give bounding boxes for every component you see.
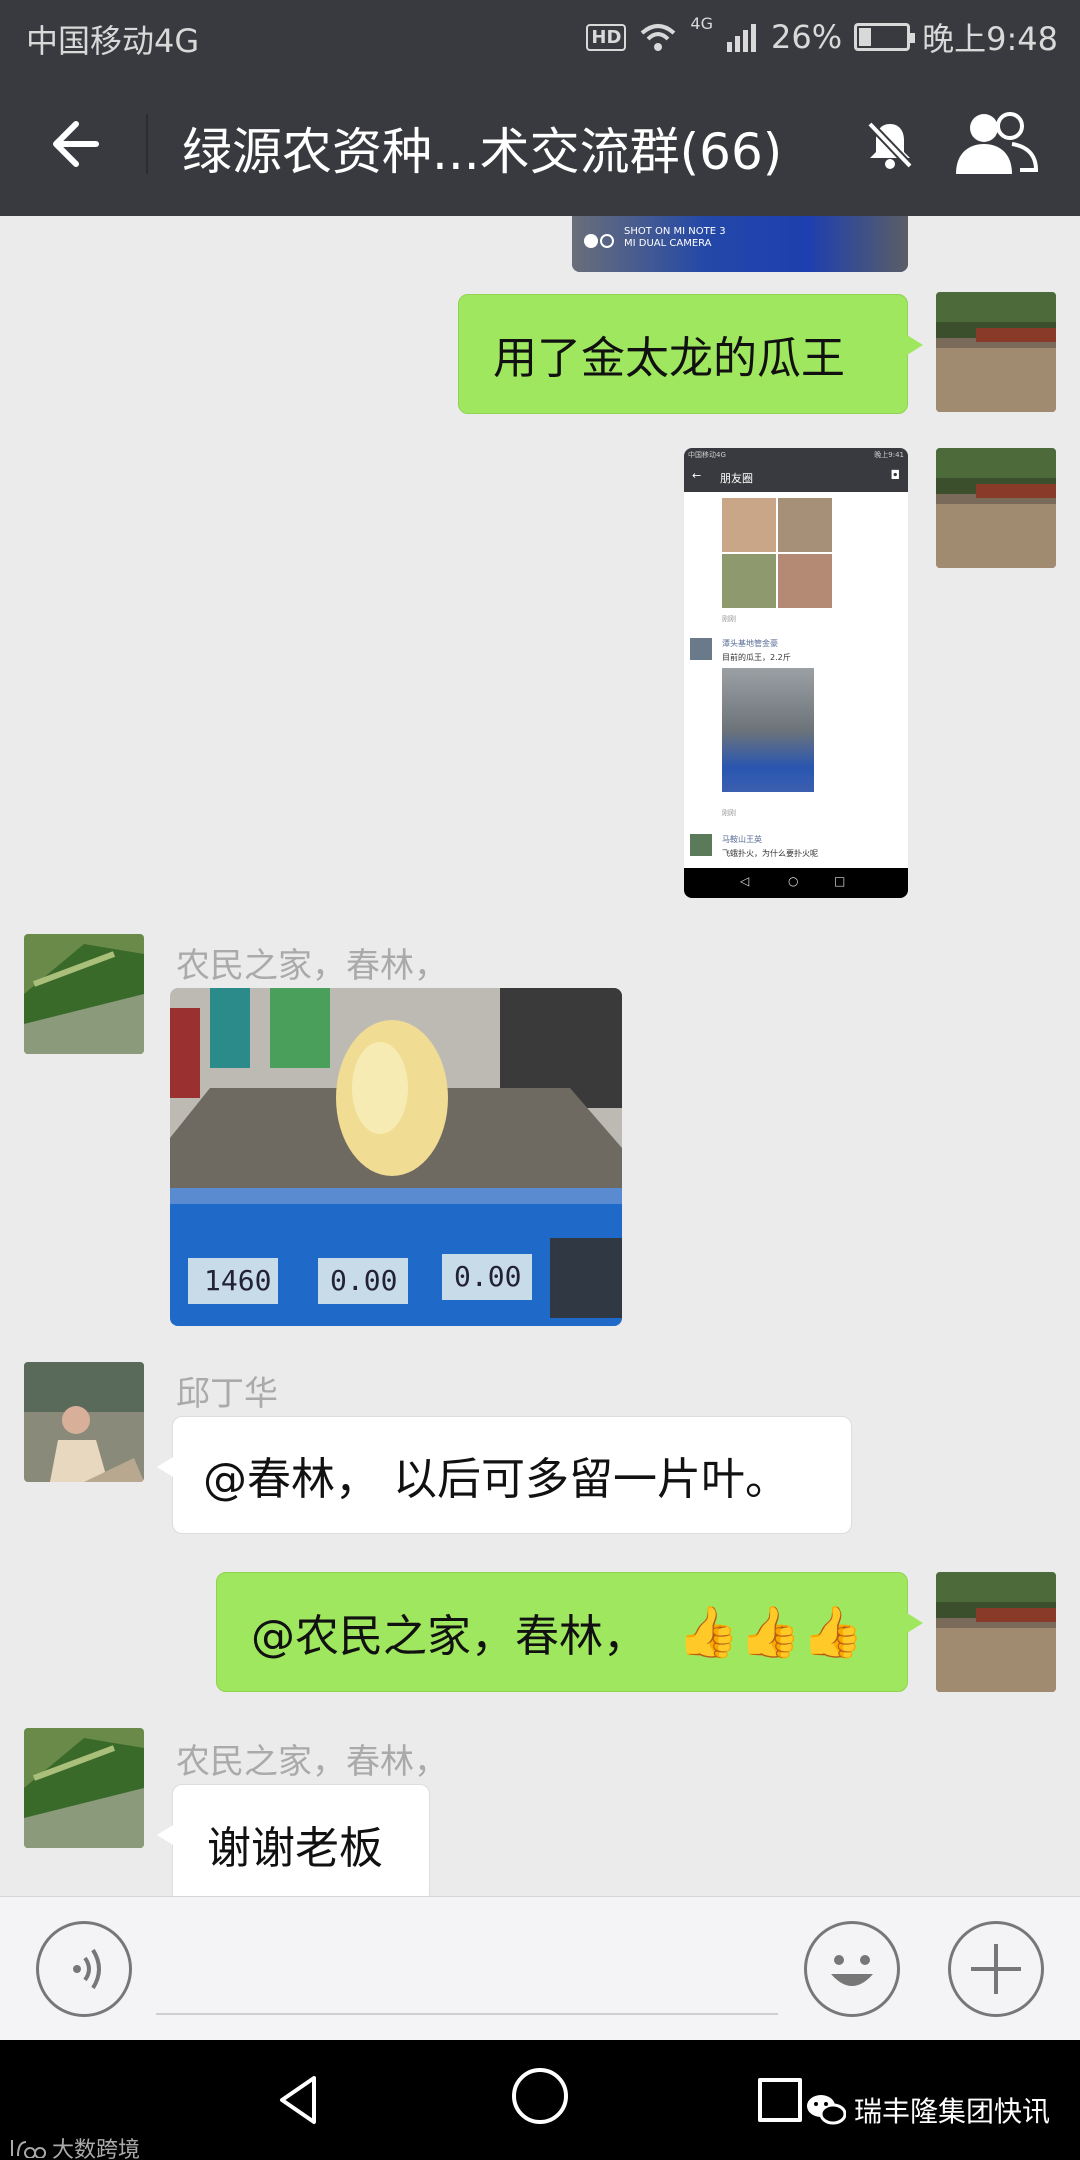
screenshot-image[interactable]: 中国移动4G 晚上9:41 ← 朋友圈 ◘ 刚刚 潭头基地管金豪 目前的瓜王，2… [684, 448, 908, 898]
avatar[interactable] [936, 448, 1056, 568]
status-bar: 中国移动4G HD 4G 26% 晚上9:48 [0, 0, 1080, 72]
sender-name: 农民之家，春林， [176, 946, 448, 986]
chat-header: 绿源农资种...术交流群(66) [0, 72, 1080, 216]
brand-logo-icon [11, 2140, 46, 2158]
message-input[interactable] [156, 2013, 778, 2015]
watermark-text: 瑞丰隆集团快讯 [854, 2095, 1051, 2128]
battery-icon [854, 23, 916, 51]
avatar[interactable] [24, 1362, 144, 1482]
thumbs-up-icon: 👍 [677, 1602, 740, 1661]
voice-icon [73, 1948, 101, 1990]
message-bubble[interactable]: 谢谢老板 [157, 1784, 430, 1896]
smiley-icon [831, 1955, 873, 1986]
signal-icon [727, 24, 756, 52]
inner-nav-bar: ◁ ○ □ [684, 868, 908, 898]
system-nav-bar: 瑞丰隆集团快讯 大数跨境 [0, 2040, 1080, 2160]
network-type: 4G [690, 14, 713, 33]
back-arrow-icon[interactable] [42, 112, 106, 176]
group-members-icon[interactable] [950, 108, 1040, 180]
inner-photo-grid [722, 498, 832, 608]
thumbs-up-icon: 👍 [739, 1602, 802, 1661]
message-text: @农民之家，春林， [251, 1611, 647, 1662]
watermark-small-text: 大数跨境 [52, 2138, 141, 2160]
scale-total-readout: 0.00 [454, 1260, 522, 1293]
header-divider [146, 114, 148, 174]
input-bar [0, 1896, 1080, 2040]
more-button[interactable] [948, 1921, 1044, 2017]
avatar[interactable] [24, 1728, 144, 1848]
battery-percent: 26% [771, 18, 843, 56]
wifi-icon [641, 24, 676, 51]
message-list[interactable]: SHOT ON MI NOTE 3 MI DUAL CAMERA 用了金太龙的瓜… [0, 216, 1080, 1896]
inner-status-bar: 中国移动4G 晚上9:41 [684, 448, 908, 462]
watermark-small: 大数跨境 [10, 2132, 140, 2160]
group-title: 绿源农资种...术交流群(66) [182, 123, 783, 181]
nav-back-icon[interactable] [270, 2070, 330, 2130]
voice-input-button[interactable] [36, 1921, 132, 2017]
inner-title-bar: ← 朋友圈 ◘ [684, 462, 908, 492]
image-message[interactable]: SHOT ON MI NOTE 3 MI DUAL CAMERA [572, 216, 908, 272]
message-bubble[interactable]: @农民之家，春林， 👍 👍 👍 [216, 1572, 923, 1692]
avatar[interactable] [936, 292, 1056, 412]
carrier-label: 中国移动4G [26, 22, 200, 60]
message-bubble[interactable]: @春林， 以后可多留一片叶。 [157, 1416, 852, 1534]
plus-icon [971, 1944, 1021, 1994]
avatar[interactable] [936, 1572, 1056, 1692]
scale-price-readout: 0.00 [330, 1264, 398, 1297]
message-bubble[interactable]: 用了金太龙的瓜王 [458, 294, 923, 414]
hd-badge: HD [586, 23, 627, 51]
camera-caption: SHOT ON MI NOTE 3 MI DUAL CAMERA [624, 226, 726, 249]
thumbs-up-icon: 👍 [801, 1602, 864, 1661]
nav-recents-icon[interactable] [758, 2078, 802, 2122]
status-icons: HD 4G 26% 晚上9:48 [586, 14, 1058, 60]
emoji-button[interactable] [804, 1921, 900, 2017]
sender-name: 邱丁华 [176, 1374, 278, 1414]
avatar[interactable] [24, 934, 144, 1054]
image-message[interactable]: 1460 0.00 0.00 [170, 988, 622, 1326]
sender-name: 农民之家，春林， [176, 1742, 448, 1782]
clock: 晚上9:48 [922, 20, 1058, 58]
message-text: @春林， 以后可多留一片叶。 [203, 1454, 789, 1505]
wechat-logo-icon [807, 2095, 846, 2125]
nav-home-icon[interactable] [512, 2068, 568, 2124]
scale-weight-readout: 1460 [204, 1264, 272, 1297]
message-text: 谢谢老板 [207, 1823, 383, 1874]
message-text: 用了金太龙的瓜王 [493, 333, 845, 384]
mute-bell-icon [867, 121, 913, 169]
watermark: 瑞丰隆集团快讯 [806, 2090, 1050, 2130]
